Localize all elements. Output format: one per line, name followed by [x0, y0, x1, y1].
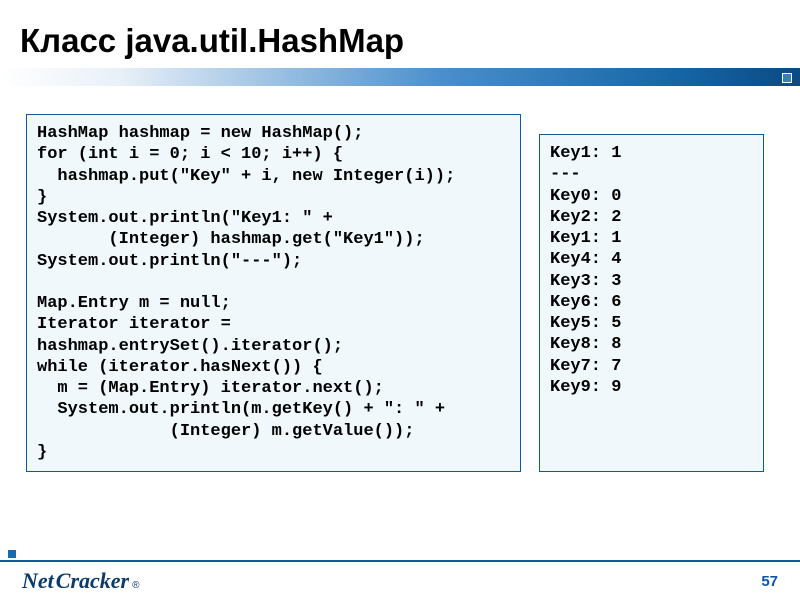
divider-gradient: [0, 68, 800, 86]
code-example-left: HashMap hashmap = new HashMap(); for (in…: [26, 114, 521, 472]
footer-decoration-square: [8, 550, 16, 558]
logo-text-cracker: Cracker: [56, 568, 129, 594]
code-output-right: Key1: 1 --- Key0: 0 Key2: 2 Key1: 1 Key4…: [539, 134, 764, 472]
netcracker-logo: NetCracker®: [22, 568, 139, 594]
logo-text-net: Net: [22, 568, 54, 594]
content-area: HashMap hashmap = new HashMap(); for (in…: [0, 94, 800, 472]
slide-title: Класс java.util.HashMap: [20, 22, 780, 60]
slide-footer: NetCracker® 57: [0, 560, 800, 600]
logo-registered-icon: ®: [132, 580, 139, 591]
page-number: 57: [761, 573, 778, 590]
